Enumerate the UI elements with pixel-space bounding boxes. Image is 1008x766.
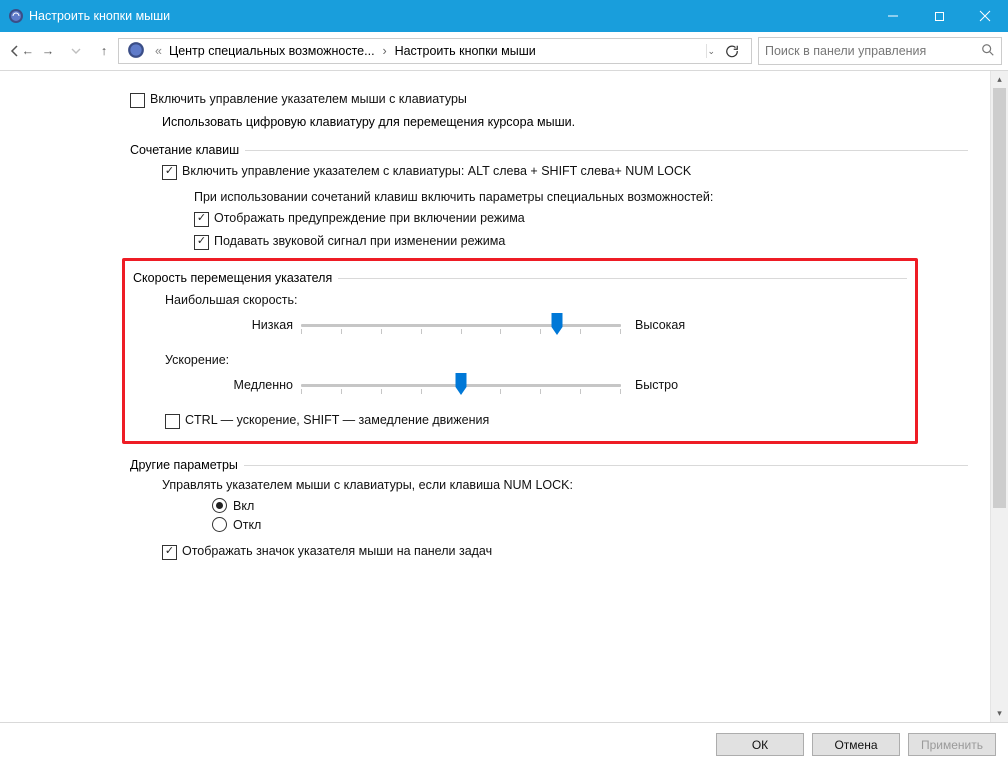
slider-low-label: Низкая (193, 318, 301, 332)
maximize-button[interactable] (916, 0, 962, 32)
scroll-thumb[interactable] (993, 88, 1006, 508)
play-sound-checkbox[interactable] (194, 235, 209, 250)
enable-mousekeys-label: Включить управление указателем мыши с кл… (150, 92, 467, 106)
close-button[interactable] (962, 0, 1008, 32)
numlock-label: Управлять указателем мыши с клавиатуры, … (162, 478, 968, 492)
legend-hotkeys: Сочетание клавиш (130, 143, 239, 157)
slider-slow-label: Медленно (193, 378, 301, 392)
app-icon (8, 8, 24, 24)
acceleration-thumb[interactable] (456, 373, 467, 395)
numlock-off-label: Откл (233, 518, 261, 532)
show-tray-icon-checkbox[interactable] (162, 545, 177, 560)
slider-high-label: Высокая (621, 318, 685, 332)
search-placeholder: Поиск в панели управления (765, 44, 981, 58)
breadcrumb-separator-icon: › (378, 44, 392, 58)
numlock-off-radio[interactable] (212, 517, 227, 532)
refresh-button[interactable] (723, 44, 741, 58)
cancel-button[interactable]: Отмена (812, 733, 900, 756)
vertical-scrollbar[interactable]: ▴ ▾ (990, 71, 1008, 722)
ctrl-shift-label: CTRL — ускорение, SHIFT — замедление дви… (185, 413, 489, 427)
control-panel-icon (127, 41, 147, 61)
breadcrumb[interactable]: « Центр специальных возможносте... › Нас… (118, 38, 752, 64)
scroll-up-icon[interactable]: ▴ (991, 71, 1008, 88)
legend-speed: Скорость перемещения указателя (133, 271, 332, 285)
apply-button[interactable]: Применить (908, 733, 996, 756)
hotkey-options-label: При использовании сочетаний клавиш включ… (194, 190, 968, 204)
breadcrumb-crumb-1[interactable]: Центр специальных возможносте... (166, 44, 378, 58)
nav-back-button[interactable]: ← (6, 37, 34, 65)
legend-other: Другие параметры (130, 458, 238, 472)
breadcrumb-root-icon: « (155, 44, 162, 58)
search-input[interactable]: Поиск в панели управления (758, 37, 1002, 65)
nav-forward-button[interactable]: → (34, 37, 62, 65)
enable-mousekeys-checkbox[interactable] (130, 93, 145, 108)
hotkey-enable-checkbox[interactable] (162, 165, 177, 180)
minimize-button[interactable] (870, 0, 916, 32)
show-tray-icon-label: Отображать значок указателя мыши на пане… (182, 544, 492, 558)
window-title: Настроить кнопки мыши (29, 9, 870, 23)
scroll-down-icon[interactable]: ▾ (991, 705, 1008, 722)
ctrl-shift-checkbox[interactable] (165, 414, 180, 429)
slider-fast-label: Быстро (621, 378, 678, 392)
show-warning-label: Отображать предупреждение при включении … (214, 211, 525, 225)
acceleration-label: Ускорение: (165, 353, 907, 367)
top-speed-slider[interactable] (301, 313, 621, 337)
nav-up-button[interactable]: ↑ (90, 37, 118, 65)
acceleration-slider[interactable] (301, 373, 621, 397)
ok-button[interactable]: ОК (716, 733, 804, 756)
enable-mousekeys-desc: Использовать цифровую клавиатуру для пер… (162, 115, 968, 129)
search-icon (981, 43, 995, 60)
show-warning-checkbox[interactable] (194, 212, 209, 227)
nav-recent-button[interactable] (62, 37, 90, 65)
numlock-on-label: Вкл (233, 499, 254, 513)
top-speed-thumb[interactable] (552, 313, 563, 335)
hotkey-enable-label: Включить управление указателем с клавиат… (182, 164, 691, 178)
breadcrumb-dropdown-icon[interactable]: ⌄ (707, 46, 715, 57)
play-sound-label: Подавать звуковой сигнал при изменении р… (214, 234, 505, 248)
top-speed-label: Наибольшая скорость: (165, 293, 907, 307)
numlock-on-radio[interactable] (212, 498, 227, 513)
breadcrumb-crumb-2[interactable]: Настроить кнопки мыши (392, 44, 539, 58)
